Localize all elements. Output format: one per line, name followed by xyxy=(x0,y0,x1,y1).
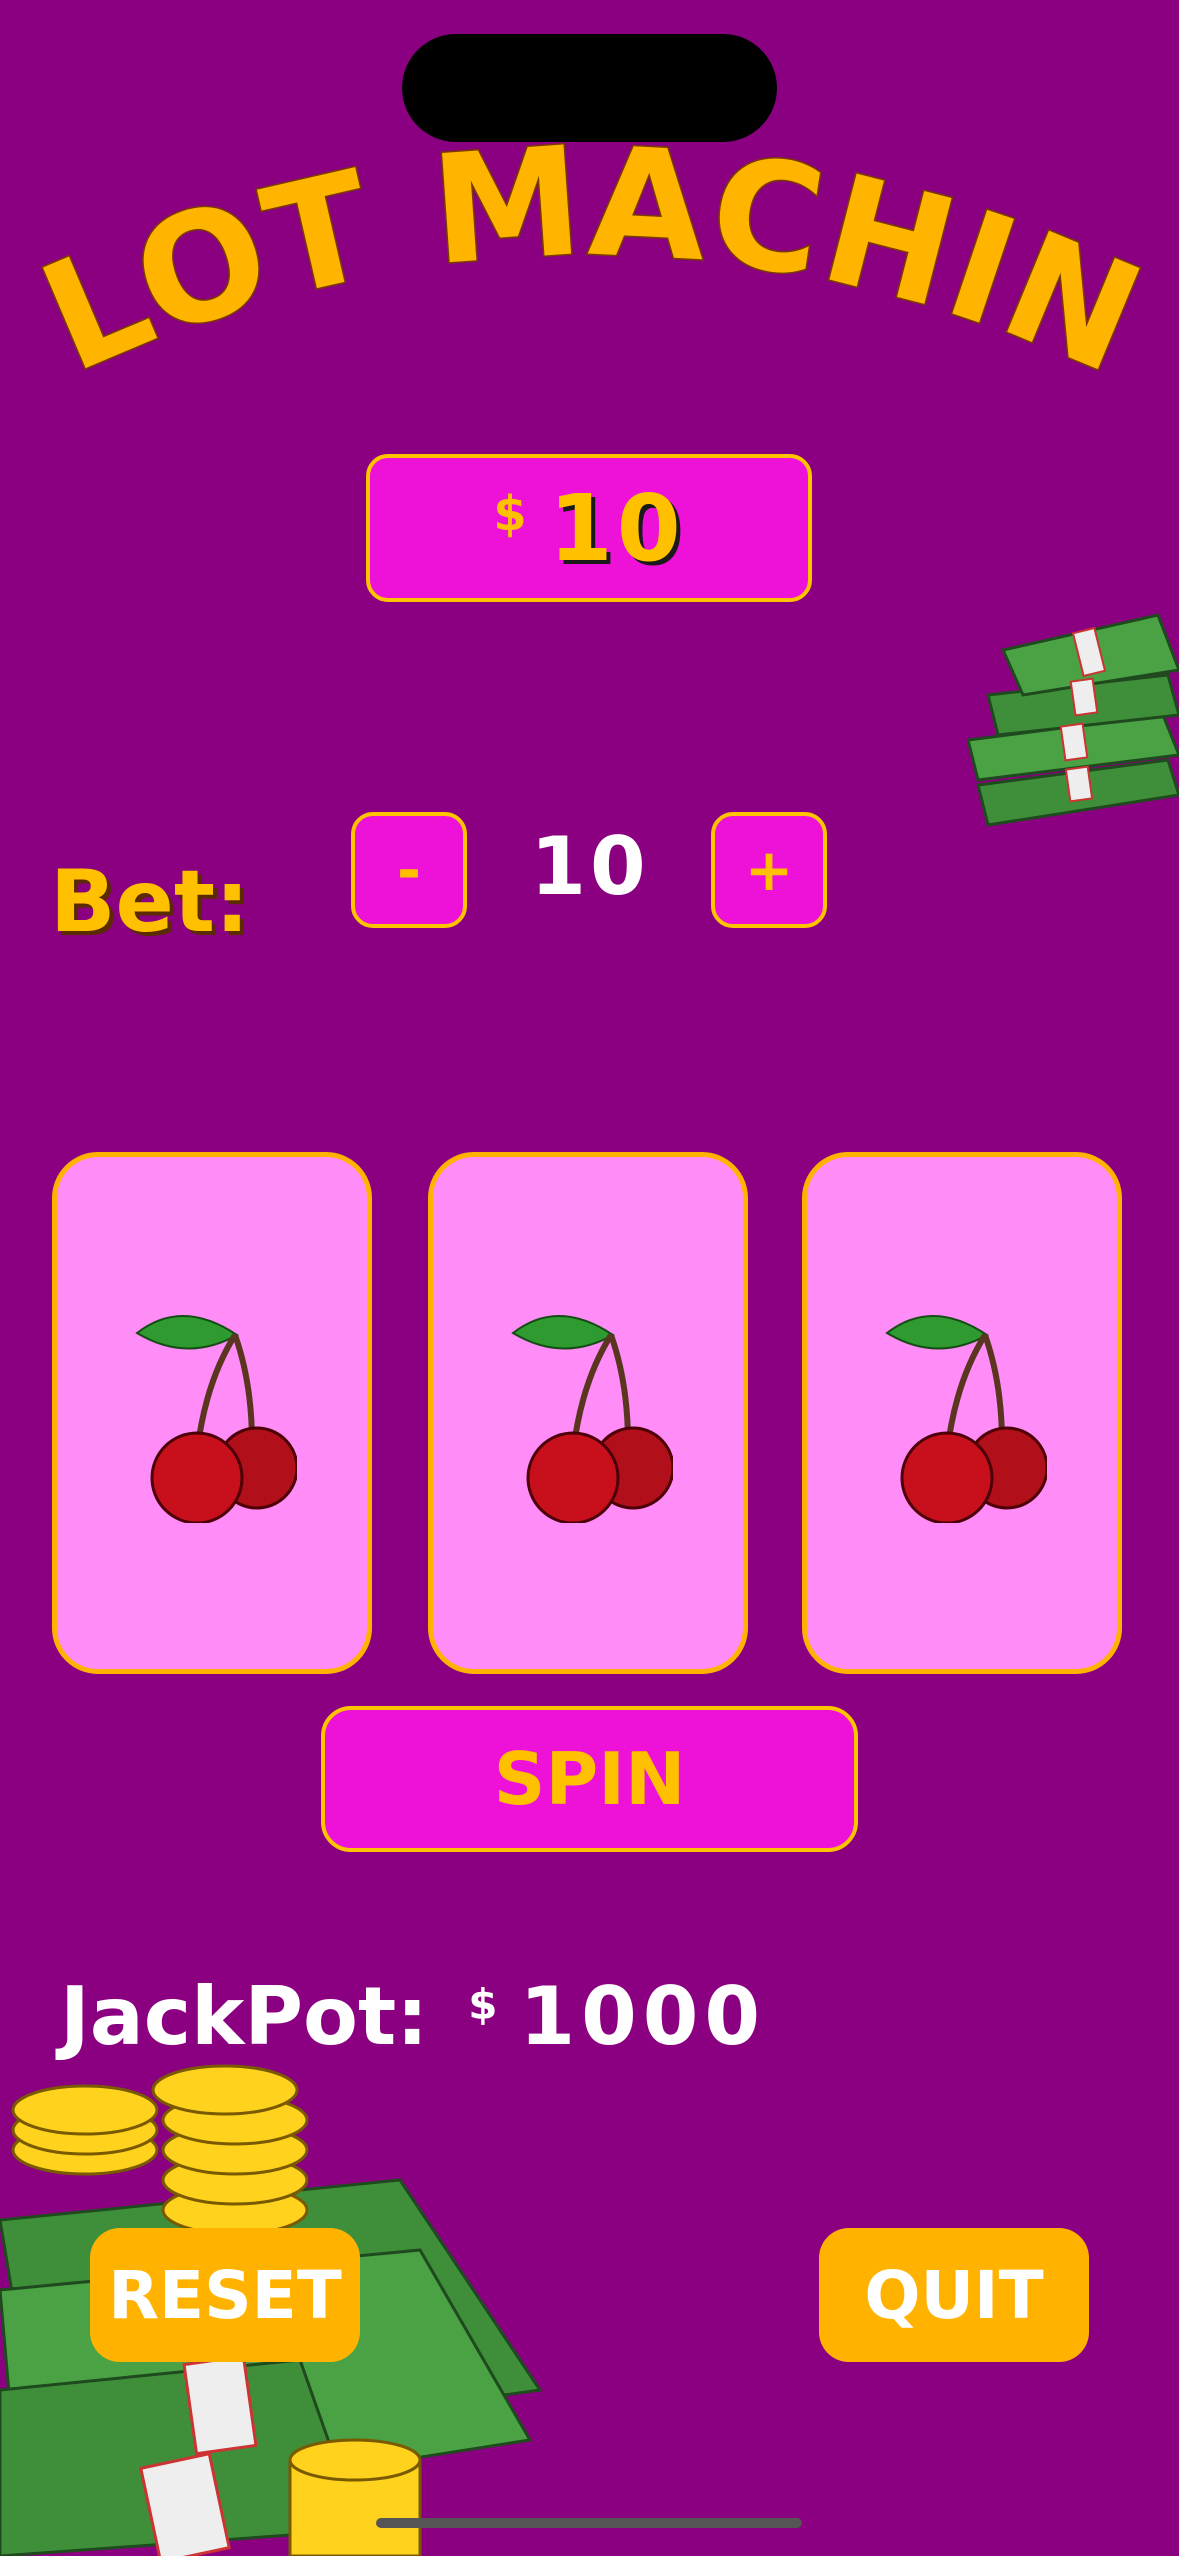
bet-label: Bet: xyxy=(50,852,250,952)
reset-button[interactable]: RESET xyxy=(90,2228,360,2362)
cherry-icon xyxy=(135,1315,297,1523)
balance-currency: $ xyxy=(493,486,527,542)
title-text: SLOT MACHINE xyxy=(0,130,1165,410)
reel-2 xyxy=(428,1152,748,1674)
svg-text:SLOT MACHINE: SLOT MACHINE xyxy=(0,130,1165,408)
reel-1 xyxy=(52,1152,372,1674)
dynamic-island xyxy=(402,34,777,142)
page-title: SLOT MACHINE xyxy=(0,130,1165,410)
home-indicator xyxy=(376,2518,802,2528)
bet-value: 10 xyxy=(530,820,650,913)
jackpot-display: JackPot: $ 1000 xyxy=(60,1970,766,2063)
jackpot-currency: $ xyxy=(468,1980,498,2029)
reel-3 xyxy=(802,1152,1122,1674)
jackpot-amount: 1000 xyxy=(519,1970,767,2063)
jackpot-label: JackPot: xyxy=(60,1970,429,2063)
cash-stack-icon xyxy=(968,613,1179,827)
bet-decrease-button[interactable]: - xyxy=(351,812,467,928)
bet-increase-button[interactable]: + xyxy=(711,812,827,928)
spin-button[interactable]: SPIN xyxy=(321,1706,858,1852)
balance-display: $ 10 xyxy=(366,454,812,602)
balance-amount: 10 xyxy=(548,474,685,582)
cherry-icon xyxy=(511,1315,673,1523)
quit-button[interactable]: QUIT xyxy=(819,2228,1089,2362)
cherry-icon xyxy=(885,1315,1047,1523)
